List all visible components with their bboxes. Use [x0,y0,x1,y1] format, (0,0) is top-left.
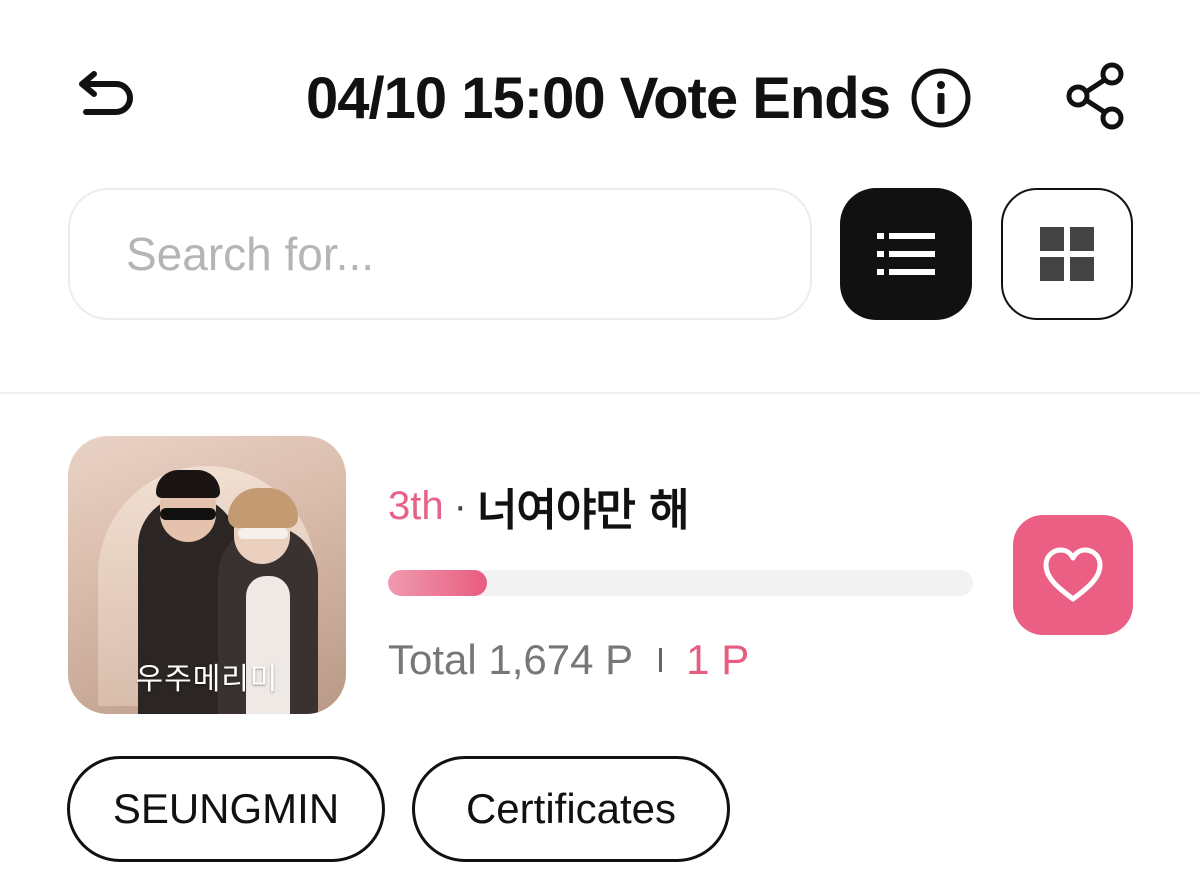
vote-heart-button[interactable] [1013,515,1133,635]
share-button[interactable] [1058,58,1134,134]
grid-view-button[interactable] [1001,188,1133,320]
cover-sunglasses-left [160,508,216,520]
undo-arrow-icon [79,71,133,115]
vote-progress-fill [388,570,488,596]
cover-hair-right [228,488,298,528]
vote-progress-bar [388,570,973,596]
rank-label: 3th [388,483,444,528]
list-icon [877,233,935,275]
entry-heading: 3th · 너여야만 해 [388,478,690,537]
song-title: 너여야만 해 [476,485,690,536]
cover-title: 우주메리미 [135,662,279,697]
album-cover: 우주메리미 [68,436,346,714]
certificates-button[interactable]: Certificates [412,756,730,862]
search-input[interactable] [124,224,810,284]
total-points: Total 1,674 P [388,636,634,683]
list-view-button[interactable] [840,188,972,320]
search-field[interactable] [68,188,812,320]
grid-icon [1040,227,1094,281]
info-button[interactable] [908,65,974,131]
rank-separator: · [453,483,467,528]
points-summary: Total 1,674 P 1 P [388,632,749,688]
page-title: 04/10 15:00 Vote Ends [305,65,891,131]
heart-icon [1043,547,1103,602]
tag-seungmin-button[interactable]: SEUNGMIN [67,756,385,862]
cover-sunglasses-right [238,528,288,539]
section-divider [0,392,1200,394]
share-icon [1066,62,1124,130]
points-divider [659,648,663,672]
cover-hair-left [156,470,220,498]
back-button[interactable] [68,58,144,134]
top-bar: 04/10 15:00 Vote Ends [0,0,1200,190]
title-group: 04/10 15:00 Vote Ends [240,60,1040,136]
info-circle-icon [911,68,971,128]
my-points: 1 P [686,636,750,683]
